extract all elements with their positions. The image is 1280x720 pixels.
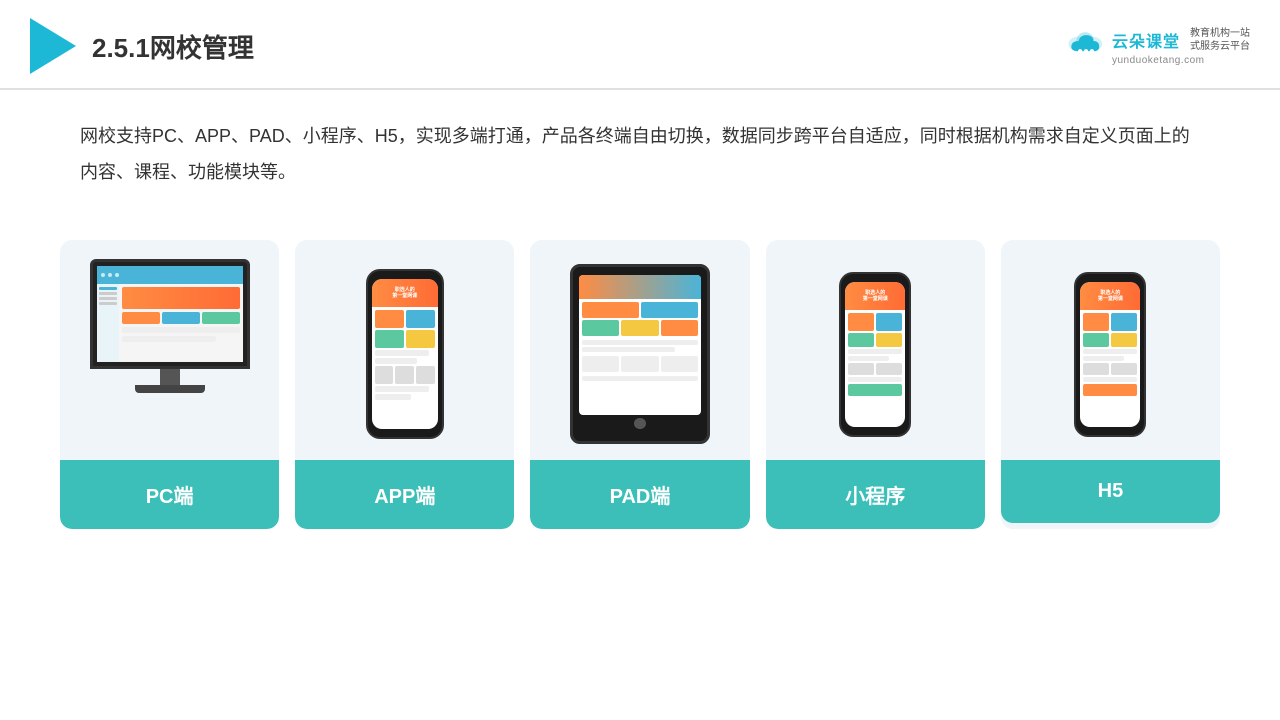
mini-phone-mockup-h5: 职选人的第一堂网课 [1074, 272, 1146, 437]
header-right: 云朵课堂 教育机构一站 式服务云平台 yunduoketang.com [1064, 27, 1250, 66]
cloud-logo: 云朵课堂 教育机构一站 式服务云平台 [1112, 27, 1250, 53]
card-app-image: 职选人的第一堂网课 [295, 240, 514, 460]
tablet-mockup [570, 264, 710, 444]
card-miniprogram: 职选人的第一堂网课 [766, 240, 985, 529]
phone-screen-app: 职选人的第一堂网课 [372, 279, 438, 429]
card-h5-image: 职选人的第一堂网课 [1001, 240, 1220, 460]
mini-phone-mockup-mp: 职选人的第一堂网课 [839, 272, 911, 437]
pc-mockup [85, 259, 255, 449]
card-pc-image [60, 240, 279, 460]
header-left: 2.5.1网校管理 [30, 18, 254, 74]
mini-phone-notch-h5 [1099, 274, 1121, 279]
card-miniprogram-label: 小程序 [766, 460, 985, 529]
card-app-label: APP端 [295, 460, 514, 529]
brand-slogan: 教育机构一站 式服务云平台 [1190, 27, 1250, 53]
card-pc: PC端 [60, 240, 279, 529]
card-pad-label: PAD端 [530, 460, 749, 529]
card-h5: 职选人的第一堂网课 [1001, 240, 1220, 529]
brand-container: 云朵课堂 教育机构一站 式服务云平台 yunduoketang.com [1064, 27, 1250, 66]
tablet-screen [579, 275, 701, 415]
cloud-logo-icon [1064, 27, 1108, 55]
mini-phone-screen-h5: 职选人的第一堂网课 [1080, 282, 1140, 427]
monitor-screen [97, 266, 243, 362]
description-text: 网校支持PC、APP、PAD、小程序、H5，实现多端打通，产品各终端自由切换，数… [0, 90, 1280, 200]
card-app: 职选人的第一堂网课 [295, 240, 514, 529]
card-miniprogram-image: 职选人的第一堂网课 [766, 240, 985, 460]
logo-triangle-icon [30, 18, 76, 74]
brand-name: 云朵课堂 [1112, 28, 1180, 52]
mini-phone-screen-mp: 职选人的第一堂网课 [845, 282, 905, 427]
header: 2.5.1网校管理 云朵课堂 教育机构一站 式服务云平台 [0, 0, 1280, 90]
phone-mockup-app: 职选人的第一堂网课 [366, 269, 444, 439]
monitor-body [90, 259, 250, 369]
page-title: 2.5.1网校管理 [92, 28, 254, 65]
card-h5-label: H5 [1001, 460, 1220, 523]
card-pc-label: PC端 [60, 460, 279, 529]
card-pad: PAD端 [530, 240, 749, 529]
brand-text: 云朵课堂 教育机构一站 式服务云平台 yunduoketang.com [1112, 27, 1250, 66]
cards-container: PC端 职选人的第一堂网课 [0, 210, 1280, 559]
card-pad-image [530, 240, 749, 460]
mini-phone-notch-mp [864, 274, 886, 279]
brand-url: yunduoketang.com [1112, 55, 1250, 66]
phone-notch-app [393, 271, 417, 277]
